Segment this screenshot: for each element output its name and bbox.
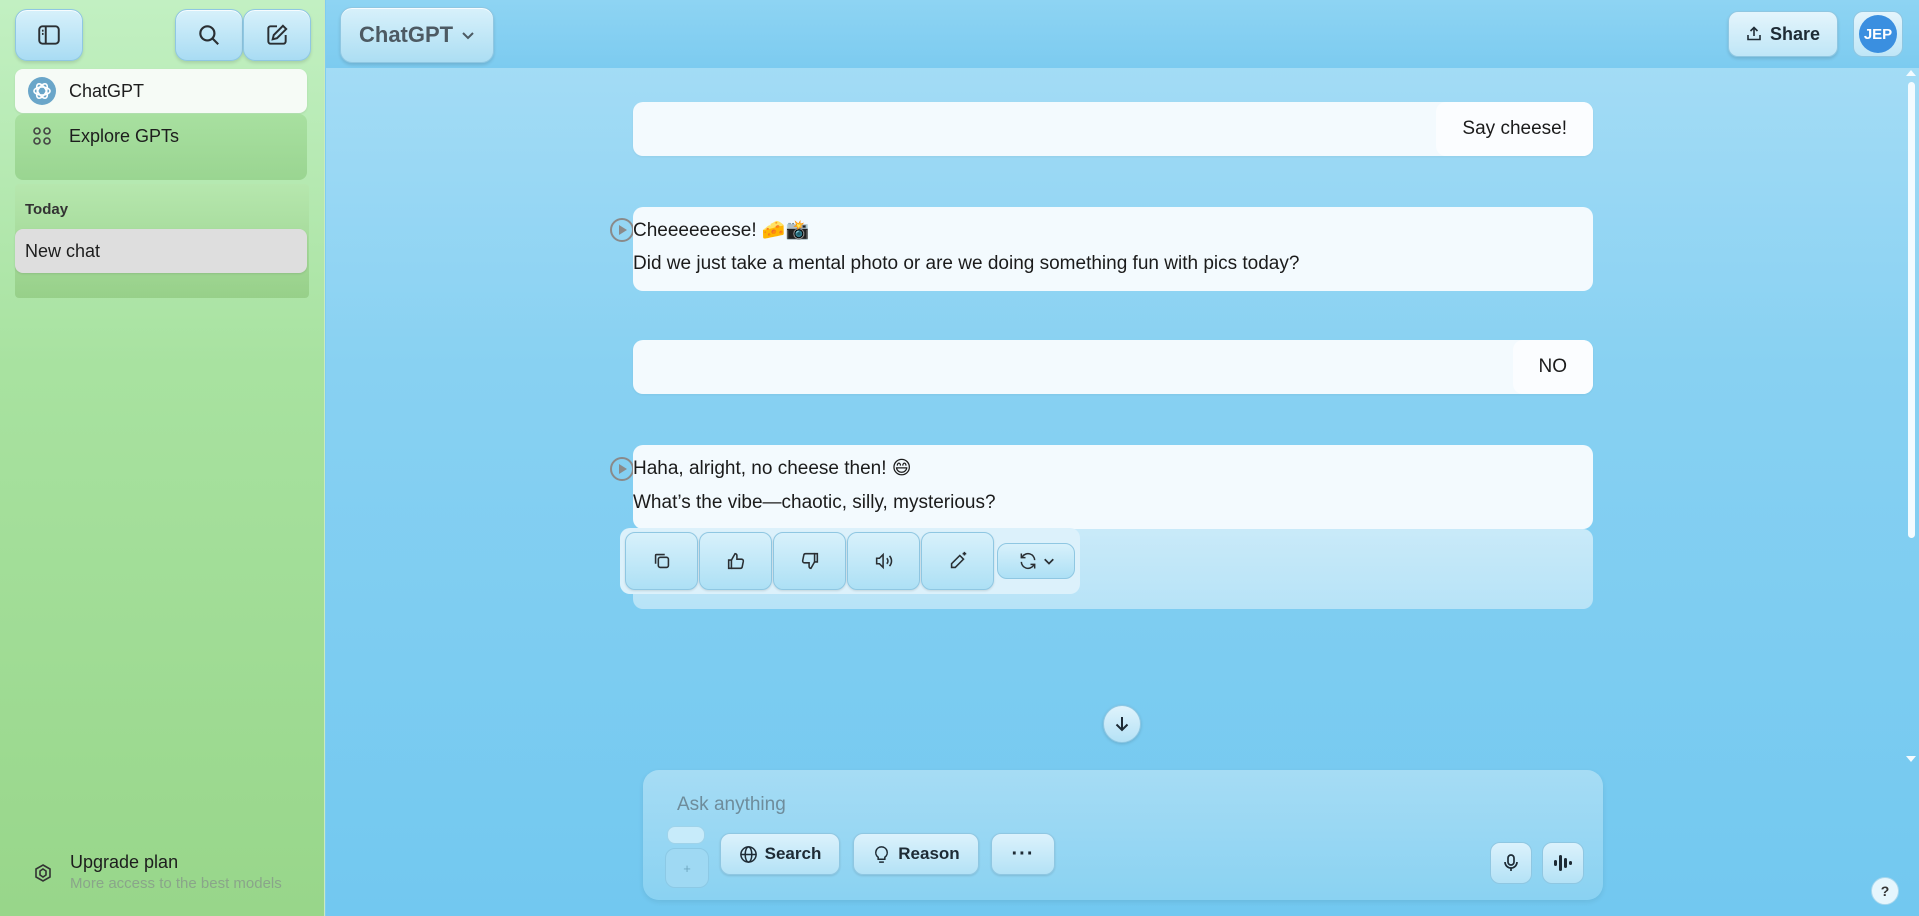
model-selector[interactable]: ChatGPT (340, 7, 494, 63)
search-icon (199, 25, 219, 45)
scroll-to-bottom-button[interactable] (1103, 705, 1141, 743)
edit-icon (267, 24, 288, 45)
sidebar: ChatGPT Explore GPTs Today New chat Upgr… (0, 0, 325, 916)
arrow-down-icon (1115, 717, 1129, 732)
history-item[interactable]: New chat (15, 229, 307, 273)
help-button[interactable]: ? (1871, 877, 1899, 905)
thumbs-up-icon (727, 552, 744, 570)
bad-response-button[interactable] (773, 532, 846, 590)
dictate-button[interactable] (1490, 842, 1532, 884)
copy-button[interactable] (625, 532, 698, 590)
chevron-down-icon (461, 28, 475, 42)
pencil-sparkle-icon (950, 551, 966, 569)
refresh-icon (1020, 552, 1035, 570)
grid-icon (25, 126, 59, 146)
profile-button[interactable]: JEP (1853, 11, 1903, 57)
more-icon: ··· (1011, 842, 1035, 865)
good-response-button[interactable] (699, 532, 772, 590)
scroll-down-arrow[interactable] (1906, 756, 1916, 762)
assistant-message: Cheeeeeeese! 🧀📸 Did we just take a menta… (633, 207, 1593, 291)
chevron-down-icon (1043, 558, 1054, 565)
upgrade-subtitle: More access to the best models (70, 875, 282, 892)
scrollbar-thumb[interactable] (1908, 82, 1915, 538)
assistant-message-line: Did we just take a mental photo or are w… (633, 253, 1300, 274)
user-message-text: NO (1512, 340, 1593, 394)
voice-waveform-icon (1554, 855, 1572, 871)
speaker-icon (875, 552, 892, 570)
user-message-text: Say cheese! (1436, 102, 1593, 156)
assistant-message-line: What’s the vibe—chaotic, silly, mysterio… (633, 492, 996, 513)
play-audio-icon[interactable] (610, 218, 634, 242)
share-icon (1747, 26, 1761, 41)
avatar: JEP (1859, 15, 1897, 53)
play-audio-icon[interactable] (610, 457, 634, 481)
new-chat-button[interactable] (243, 9, 311, 61)
scroll-up-arrow[interactable] (1906, 70, 1916, 76)
globe-icon (739, 845, 757, 863)
chatgpt-logo-icon (25, 76, 59, 106)
upgrade-title: Upgrade plan (70, 852, 179, 872)
read-aloud-button[interactable] (847, 532, 920, 590)
sidebar-item-label: ChatGPT (69, 80, 145, 101)
message-input[interactable]: Ask anything (677, 794, 786, 816)
reason-toggle-label: Reason (898, 844, 960, 863)
user-message: NO (633, 340, 1593, 394)
toggle-sidebar-button[interactable] (15, 9, 83, 61)
search-chats-button[interactable] (175, 9, 243, 61)
voice-mode-button[interactable] (1542, 842, 1584, 884)
scrollbar[interactable] (1905, 70, 1917, 770)
message-actions (620, 528, 1080, 594)
share-label: Share (1769, 23, 1821, 44)
search-toggle-label: Search (764, 844, 822, 863)
upgrade-icon (28, 858, 58, 888)
assistant-message: Haha, alright, no cheese then! 😄 What’s … (633, 445, 1593, 529)
attachment-chip[interactable] (667, 826, 705, 844)
copy-icon (654, 553, 669, 569)
assistant-message-line: Haha, alright, no cheese then! 😄 (633, 458, 912, 479)
microphone-icon (1504, 854, 1518, 871)
top-bar: ChatGPT Share JEP (326, 0, 1919, 68)
sidebar-item-label: Explore GPTs (69, 126, 180, 146)
upgrade-plan-button[interactable]: Upgrade plan More access to the best mod… (28, 852, 308, 902)
model-name: ChatGPT (359, 22, 454, 47)
user-message: Say cheese! (633, 102, 1593, 156)
attach-button[interactable]: + (665, 848, 709, 888)
assistant-message-line: Cheeeeeeese! 🧀📸 (633, 220, 810, 241)
history-section-heading: Today (25, 201, 69, 218)
thumbs-down-icon (801, 552, 818, 570)
sidebar-item-explore-gpts[interactable]: Explore GPTs (15, 114, 307, 180)
lightbulb-icon (875, 845, 889, 863)
regenerate-button[interactable] (997, 543, 1075, 579)
sidebar-toggle-icon (38, 25, 60, 45)
search-toggle-button[interactable]: Search (720, 833, 840, 875)
main-area: ChatGPT Share JEP Say cheese! Cheeeeeees… (326, 0, 1919, 916)
edit-in-canvas-button[interactable] (921, 532, 994, 590)
share-button[interactable]: Share (1728, 11, 1838, 57)
reason-toggle-button[interactable]: Reason (853, 833, 979, 875)
more-tools-button[interactable]: ··· (991, 833, 1055, 875)
sidebar-item-chatgpt[interactable]: ChatGPT (15, 69, 307, 113)
composer: Ask anything + Search Reason ··· (643, 770, 1603, 900)
